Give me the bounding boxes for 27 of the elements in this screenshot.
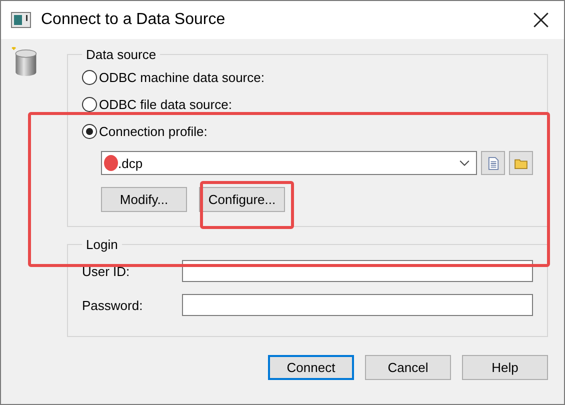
- dialog-button[interactable]: Help: [462, 355, 548, 380]
- profile-dropdown[interactable]: .dcp: [101, 151, 477, 175]
- redaction-mark: [104, 155, 118, 171]
- radio-option[interactable]: ODBC file data source:: [82, 91, 533, 118]
- dialog-button[interactable]: Cancel: [365, 355, 451, 380]
- browse-button[interactable]: [509, 151, 533, 175]
- dialog-button[interactable]: Connect: [268, 355, 354, 380]
- radio-button[interactable]: [82, 124, 97, 139]
- window-icon: [11, 12, 31, 28]
- radio-button[interactable]: [82, 70, 97, 85]
- dialog-button[interactable]: Modify...: [101, 187, 187, 212]
- new-button[interactable]: [481, 151, 505, 175]
- database-icon: [11, 47, 39, 77]
- field-label: Password:: [82, 298, 144, 312]
- radio-option[interactable]: ODBC machine data source:: [82, 64, 533, 91]
- close-icon: [533, 12, 549, 28]
- field-label: User ID:: [82, 264, 131, 278]
- group-title: Data source: [85, 47, 158, 62]
- radio-button[interactable]: [82, 97, 97, 112]
- group-title: Login: [85, 237, 119, 252]
- input-field[interactable]: [182, 294, 533, 316]
- document-icon: [488, 156, 498, 170]
- dialog-button[interactable]: Configure...: [199, 187, 285, 212]
- radio-option[interactable]: Connection profile:: [82, 118, 533, 145]
- window-title: Connect to a Data Source: [41, 11, 226, 29]
- folder-icon: [514, 158, 528, 168]
- caret-icon: [459, 160, 470, 166]
